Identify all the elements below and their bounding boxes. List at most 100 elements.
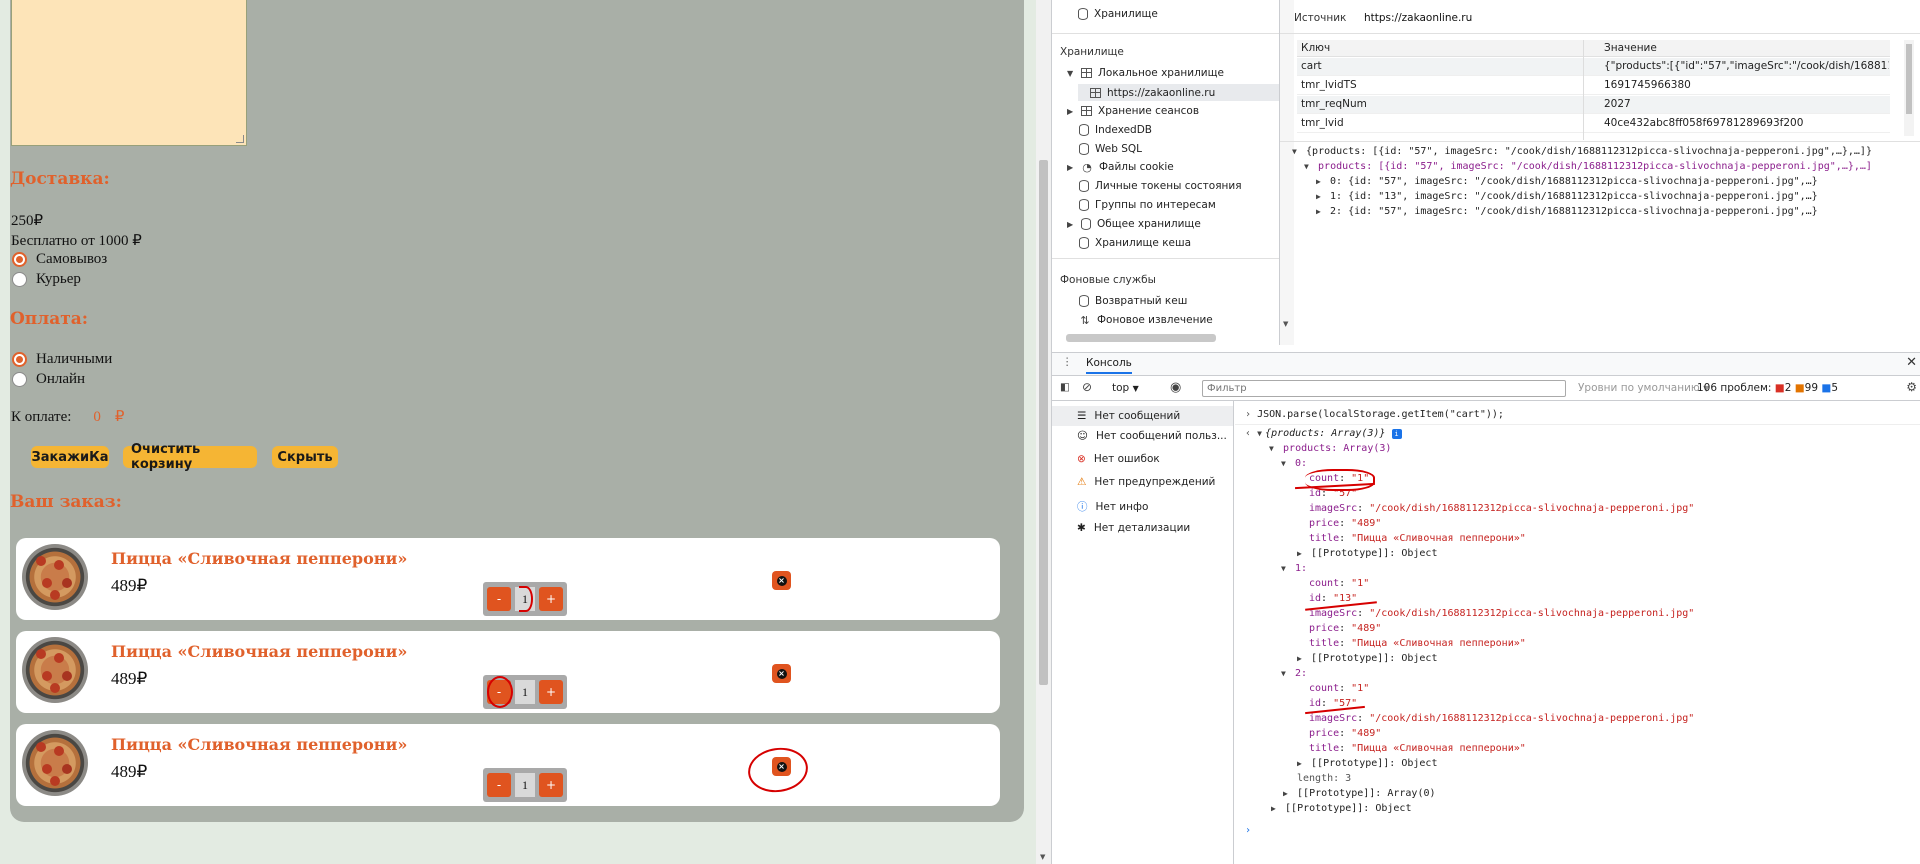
expanded-arrow-icon[interactable]: ▼ [1067,69,1075,78]
tree-item-indexeddb[interactable]: IndexedDB [1079,124,1152,136]
entry-index[interactable]: ▼ 0: [1281,458,1307,469]
preview-entry[interactable]: ▶ 1: {id: "13", imageSrc: "/cook/dish/16… [1316,191,1818,202]
expanded-arrow-icon[interactable]: ▼ [1304,162,1312,171]
col-value-header[interactable]: Значение [1604,42,1657,54]
preview-entry[interactable]: ▶ 2: {id: "57", imageSrc: "/cook/dish/16… [1316,206,1818,217]
prototype-row[interactable]: ▶ [[Prototype]]: Object [1297,758,1437,769]
prototype-row[interactable]: ▶ [[Prototype]]: Object [1271,803,1411,814]
levels-select[interactable]: Уровни по умолчанию ▼ [1578,382,1709,394]
tree-item-cache-storage[interactable]: Хранилище кеша [1079,237,1191,249]
tree-item-session-storage[interactable]: ▶ Хранение сеансов [1067,105,1199,117]
expanded-arrow-icon[interactable]: ▼ [1257,429,1265,438]
resize-grip-icon[interactable] [236,135,244,143]
side-item-errors[interactable]: ⊗ Нет ошибок [1077,453,1160,465]
collapsed-arrow-icon[interactable]: ▶ [1297,654,1305,663]
filter-input[interactable] [1202,380,1566,397]
preview-products[interactable]: ▼ products: [{id: "57", imageSrc: "/cook… [1304,161,1872,172]
radio-cash[interactable]: Наличными [12,351,112,368]
entry-index[interactable]: ▼ 2: [1281,668,1307,679]
clear-console-icon[interactable]: ⊘ [1082,380,1092,394]
expanded-arrow-icon[interactable]: ▼ [1281,669,1289,678]
sidebar-toggle-icon[interactable]: ◧ [1060,381,1070,393]
tree-item-local-origin[interactable]: https://zakaonline.ru [1078,84,1279,101]
eye-icon[interactable]: ◉ [1170,380,1181,395]
tree-item-private-tokens[interactable]: Личные токены состояния [1079,180,1242,192]
clear-cart-button[interactable]: Очистить корзину [123,442,257,472]
tree-item-storage-overview[interactable]: Хранилище [1078,8,1158,20]
tree-item-bg-fetch[interactable]: ⇅ Фоновое извлечение [1079,314,1212,327]
plus-button[interactable]: + [539,680,563,704]
close-drawer-icon[interactable]: ✕ [1906,355,1917,370]
scroll-down-arrow-icon[interactable]: ▼ [1040,853,1045,861]
console-prompt-icon[interactable]: › [1245,825,1251,836]
console-output: › JSON.parse(localStorage.getItem("cart"… [1235,401,1920,864]
context-select[interactable]: top ▼ [1112,382,1139,394]
remove-item-button[interactable]: × [772,571,791,590]
scrollbar-thumb[interactable] [1906,44,1912,114]
issues-counter[interactable]: 106 проблем: ■2 ■99 ■5 [1697,382,1838,394]
plus-button[interactable]: + [539,773,563,797]
radio-courier[interactable]: Курьер [12,271,81,288]
prototype-row[interactable]: ▶ [[Prototype]]: Array(0) [1283,788,1436,799]
expanded-arrow-icon[interactable]: ▼ [1281,459,1289,468]
page-scrollbar[interactable]: ▼ [1036,0,1051,864]
collapsed-arrow-icon[interactable]: ▶ [1316,207,1324,216]
collapsed-arrow-icon[interactable]: ▶ [1067,163,1075,172]
radio-unchecked-icon[interactable] [12,372,27,387]
tab-console[interactable]: Консоль [1086,357,1132,374]
collapsed-arrow-icon[interactable]: ▶ [1297,549,1305,558]
minus-button[interactable]: - [487,773,511,797]
tree-item-back-cache[interactable]: Возвратный кеш [1079,295,1187,307]
collapsed-arrow-icon[interactable]: ▶ [1316,192,1324,201]
result-products[interactable]: ▼ products: Array(3) [1269,443,1391,454]
comment-textarea[interactable] [11,0,247,146]
result-root[interactable]: ‹ ▼ {products: Array(3)} i [1245,428,1402,439]
prototype-row[interactable]: ▶ [[Prototype]]: Object [1297,548,1437,559]
scrollbar-thumb[interactable] [1039,160,1048,685]
column-divider[interactable] [1583,40,1584,140]
tree-item-shared-storage[interactable]: ▶ Общее хранилище [1067,218,1201,230]
table-row[interactable]: tmr_lvidTS 1691745966380 [1297,77,1890,95]
collapsed-arrow-icon[interactable]: ▶ [1067,107,1075,116]
collapsed-arrow-icon[interactable]: ▶ [1316,177,1324,186]
tree-item-cookies[interactable]: ▶ ◔ Файлы cookie [1067,161,1174,174]
table-scrollbar[interactable] [1904,40,1914,136]
prototype-row[interactable]: ▶ [[Prototype]]: Object [1297,653,1437,664]
preview-entry[interactable]: ▶ 0: {id: "57", imageSrc: "/cook/dish/16… [1316,176,1818,187]
side-item-verbose[interactable]: ✱ Нет детализации [1077,522,1190,534]
order-button[interactable]: ЗакажиКа [31,446,109,468]
collapsed-arrow-icon[interactable]: ▶ [1067,220,1075,229]
remove-item-button[interactable]: × [772,664,791,683]
col-key-header[interactable]: Ключ [1301,42,1330,54]
table-row[interactable]: tmr_reqNum 2027 [1297,96,1890,114]
preview-root[interactable]: ▼ {products: [{id: "57", imageSrc: "/coo… [1292,146,1872,157]
side-item-warnings[interactable]: ⚠ Нет предупреждений [1077,476,1215,488]
side-item-messages[interactable]: ☰ Нет сообщений [1052,406,1233,426]
table-row[interactable]: tmr_lvid 40ce432abc8ff058f69781289693f200 [1297,115,1890,133]
more-tabs-icon[interactable]: ⋮ [1062,356,1073,368]
side-item-user-messages[interactable]: ☺ Нет сообщений польз... [1077,430,1227,442]
horizontal-scrollbar[interactable] [1066,334,1216,342]
entry-index[interactable]: ▼ 1: [1281,563,1307,574]
plus-button[interactable]: + [539,587,563,611]
radio-pickup[interactable]: Самовывоз [12,251,107,268]
expanded-arrow-icon[interactable]: ▼ [1292,147,1300,156]
command-text: JSON.parse(localStorage.getItem("cart"))… [1257,409,1504,420]
minus-button[interactable]: - [487,587,511,611]
radio-online[interactable]: Онлайн [12,371,85,388]
tree-item-local-storage[interactable]: ▼ Локальное хранилище [1067,67,1224,79]
settings-gear-icon[interactable]: ⚙ [1906,380,1917,394]
radio-checked-icon[interactable] [12,352,27,367]
radio-unchecked-icon[interactable] [12,272,27,287]
tree-item-websql[interactable]: Web SQL [1079,143,1142,155]
table-row[interactable]: cart {"products":[{"id":"57","imageSrc":"… [1297,58,1890,76]
collapsed-arrow-icon[interactable]: ▶ [1283,789,1291,798]
expanded-arrow-icon[interactable]: ▼ [1281,564,1289,573]
expanded-arrow-icon[interactable]: ▼ [1269,444,1277,453]
hide-button[interactable]: Скрыть [272,446,338,468]
collapsed-arrow-icon[interactable]: ▶ [1271,804,1279,813]
radio-checked-icon[interactable] [12,252,27,267]
collapsed-arrow-icon[interactable]: ▶ [1297,759,1305,768]
side-item-info[interactable]: ⓘ Нет инфо [1077,499,1148,514]
tree-item-interest-groups[interactable]: Группы по интересам [1079,199,1216,211]
